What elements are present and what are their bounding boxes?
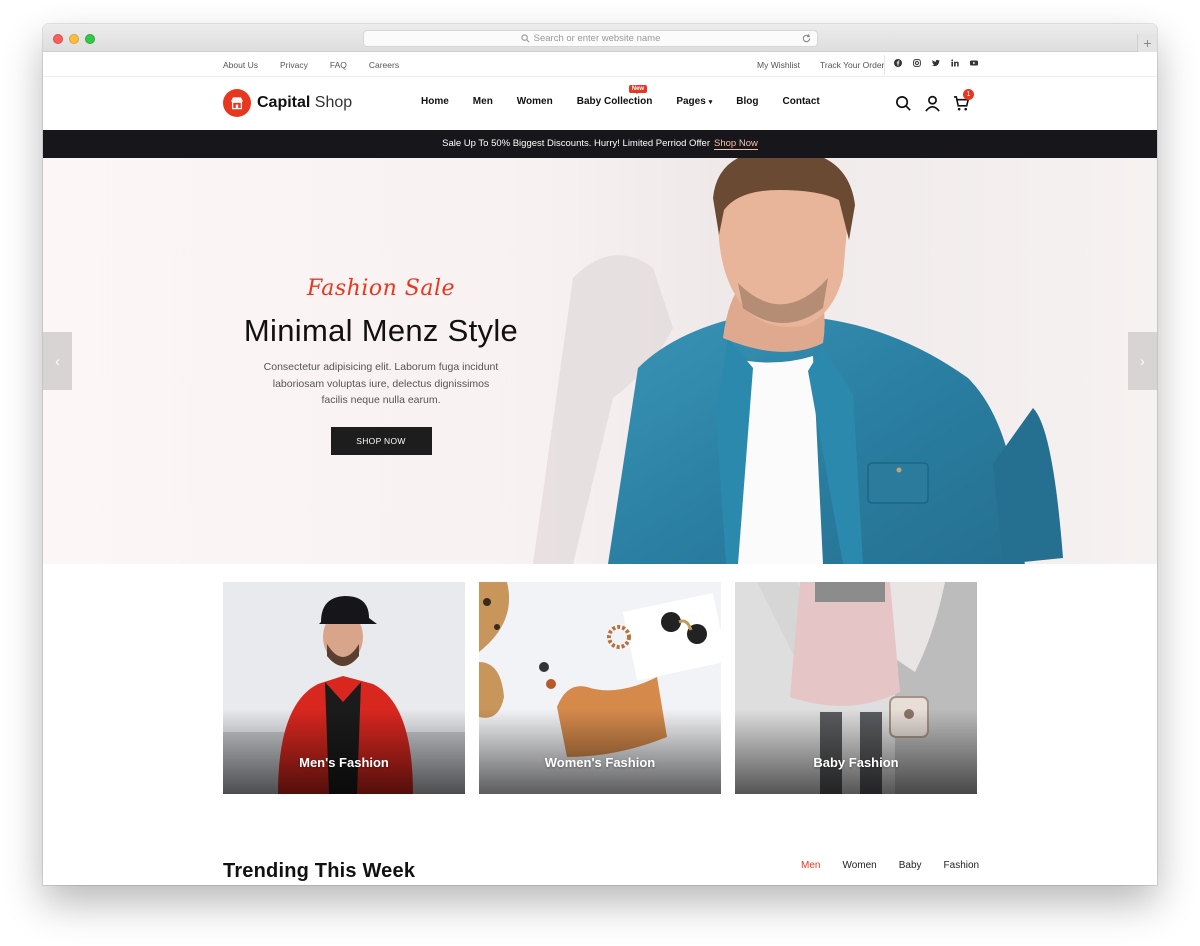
site-logo[interactable]: Capital Shop (223, 89, 352, 117)
cart-count-badge: 1 (963, 89, 974, 100)
account-button[interactable] (924, 95, 941, 112)
promo-text: Sale Up To 50% Biggest Discounts. Hurry!… (442, 138, 711, 149)
trending-title: Trending This Week (223, 860, 416, 882)
nav-women[interactable]: Women (517, 96, 553, 107)
chevron-down-icon: ▾ (708, 99, 713, 106)
tab-baby[interactable]: Baby (899, 860, 922, 871)
nav-baby-collection[interactable]: Baby Collection New (576, 85, 653, 107)
cart-button[interactable]: 1 (953, 89, 974, 112)
linkedin-icon[interactable] (951, 59, 959, 67)
tab-women[interactable]: Women (842, 860, 876, 871)
tab-fashion[interactable]: Fashion (944, 860, 980, 871)
category-card-mens[interactable]: Men's Fashion (223, 582, 465, 794)
nav-home[interactable]: Home (421, 96, 449, 107)
logo-light: Shop (314, 94, 353, 111)
close-window-button[interactable] (53, 34, 63, 44)
hero-shop-now-button[interactable]: SHOP NOW (330, 426, 432, 455)
nav-men[interactable]: Men (473, 96, 493, 107)
address-placeholder: Search or enter website name (533, 33, 661, 44)
promo-shop-now-link[interactable]: Shop Now (714, 138, 758, 150)
zoom-window-button[interactable] (85, 34, 95, 44)
utility-links: About Us Privacy FAQ Careers (223, 60, 399, 70)
divider (884, 55, 885, 74)
new-badge: New (628, 85, 648, 94)
address-bar[interactable]: Search or enter website name (363, 30, 818, 47)
main-nav: Home Men Women Baby Collection New Pages ▾… (421, 85, 820, 107)
instagram-icon[interactable] (913, 59, 921, 67)
category-cards: Men's Fashion Women's Fashion Baby Fashi… (223, 582, 977, 794)
mens-fashion-label: Men's Fashion (299, 755, 389, 770)
logo-bold: Capital (257, 94, 311, 111)
category-card-womens[interactable]: Women's Fashion (479, 582, 721, 794)
baby-fashion-label: Baby Fashion (813, 755, 899, 770)
faq-link[interactable]: FAQ (330, 60, 347, 70)
card-shade (735, 709, 977, 794)
hero-model-image (533, 158, 1063, 564)
social-links (894, 59, 978, 67)
privacy-link[interactable]: Privacy (280, 60, 308, 70)
category-card-baby[interactable]: Baby Fashion (735, 582, 977, 794)
header-actions: 1 (895, 89, 974, 112)
youtube-icon[interactable] (970, 59, 978, 67)
account-links: My Wishlist Track Your Order (757, 60, 884, 70)
user-icon (925, 95, 940, 112)
tab-men[interactable]: Men (801, 860, 820, 871)
search-icon (896, 96, 911, 111)
wishlist-link[interactable]: My Wishlist (757, 60, 800, 70)
nav-contact[interactable]: Contact (783, 96, 820, 107)
search-button[interactable] (895, 95, 912, 112)
search-icon (520, 34, 530, 43)
careers-link[interactable]: Careers (369, 60, 399, 70)
facebook-icon[interactable] (894, 59, 902, 67)
hero-title: Minimal Menz Style (243, 313, 519, 348)
hero-description: Consectetur adipisicing elit. Laborum fu… (263, 361, 499, 406)
nav-blog[interactable]: Blog (736, 96, 758, 107)
card-shade (479, 709, 721, 794)
about-us-link[interactable]: About Us (223, 60, 258, 70)
hero-script-text: Fashion Sale (306, 276, 456, 301)
nav-pages-label: Pages (676, 96, 706, 107)
new-tab-button[interactable]: + (1137, 34, 1157, 52)
nav-pages[interactable]: Pages ▾ (676, 96, 712, 107)
store-icon (223, 89, 251, 117)
nav-baby-collection-label: Baby Collection (576, 96, 653, 107)
hero-slider: ‹ › Fashion Sale Minimal Menz Style Cons… (43, 158, 1157, 564)
minimize-window-button[interactable] (69, 34, 79, 44)
twitter-icon[interactable] (932, 59, 940, 67)
track-order-link[interactable]: Track Your Order (820, 60, 884, 70)
hero-next-button[interactable]: › (1128, 332, 1157, 390)
womens-fashion-label: Women's Fashion (544, 755, 656, 770)
hero-prev-button[interactable]: ‹ (43, 332, 72, 390)
browser-window: Search or enter website name + About Us … (43, 24, 1157, 885)
browser-toolbar: Search or enter website name + (43, 24, 1157, 52)
reload-icon[interactable] (801, 33, 812, 44)
hero-content: Fashion Sale Minimal Menz Style Consecte… (241, 276, 521, 455)
logo-text: Capital Shop (257, 94, 352, 112)
trending-tabs: Men Women Baby Fashion (801, 860, 979, 871)
promo-bar: Sale Up To 50% Biggest Discounts. Hurry!… (43, 130, 1157, 158)
card-shade (223, 709, 465, 794)
utility-bar: About Us Privacy FAQ Careers My Wishlist… (43, 52, 1157, 77)
site-header: Capital Shop Home Men Women Baby Collect… (43, 77, 1157, 130)
